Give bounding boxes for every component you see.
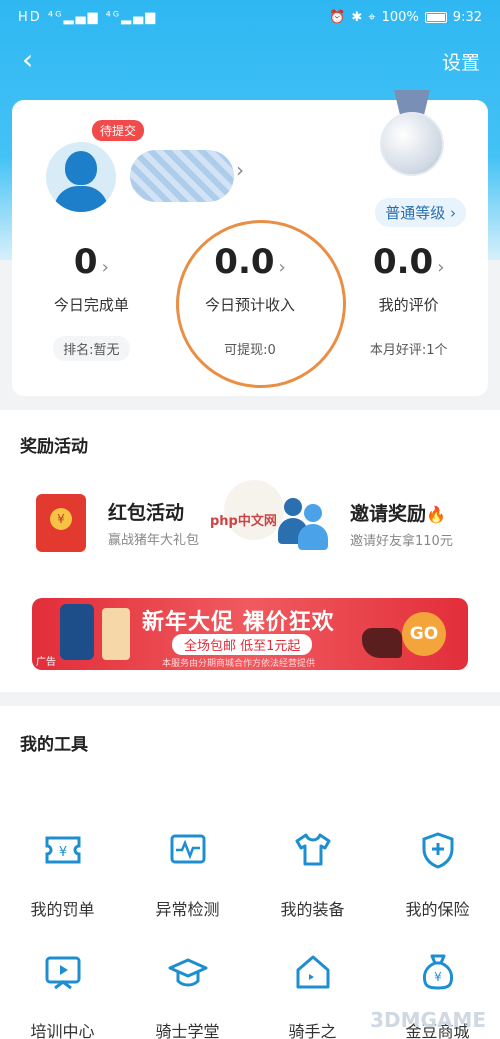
settings-button[interactable]: 设置 bbox=[442, 48, 480, 75]
people-icon bbox=[278, 496, 328, 552]
promo-banner[interactable]: 新年大促 裸价狂欢 全场包邮 低至1元起 本服务由分期商城合作方依法经营提供 G… bbox=[32, 598, 468, 670]
stat-rating-label: 我的评价 bbox=[378, 296, 439, 314]
battery-percent: 100% bbox=[381, 10, 419, 25]
invite-title: 邀请奖励 bbox=[350, 503, 427, 525]
status-right: ⏰ ✱ ⌖ 100% 9:32 bbox=[329, 10, 482, 25]
banner-fine-print: 本服务由分期商城合作方依法经营提供 bbox=[162, 659, 316, 669]
rider-summary-card: 待提交 › 普通等级 › 0 › 今日完成单 0.0 › 今日预计收入 0.0 › 我… bbox=[12, 90, 488, 397]
back-icon[interactable]: ‹ bbox=[22, 46, 33, 74]
home-icon bbox=[296, 955, 329, 989]
svg-text:¥: ¥ bbox=[434, 970, 442, 984]
rank-badge: 排名:暂无 bbox=[53, 336, 130, 361]
shirt-icon bbox=[295, 833, 330, 866]
red-packet-subtitle: 赢战猪年大礼包 bbox=[108, 533, 200, 548]
red-packet-title: 红包活动 bbox=[108, 502, 185, 524]
level-button[interactable]: 普通等级 › bbox=[375, 198, 466, 227]
bluetooth-icon: ✱ bbox=[351, 10, 363, 25]
money-bag-icon: ¥ bbox=[422, 954, 453, 990]
stat-rating[interactable]: 0.0 › 我的评价 bbox=[329, 240, 488, 320]
tool-insurance[interactable]: 我的保险 bbox=[375, 830, 500, 920]
invite-subtitle: 邀请好友拿110元 bbox=[350, 534, 453, 549]
monthly-praise-text: 本月好评:1个 bbox=[369, 343, 448, 358]
chevron-right-icon: › bbox=[437, 257, 445, 278]
avatar-body-icon bbox=[54, 186, 108, 212]
blurred-name bbox=[130, 150, 234, 202]
heater-image bbox=[102, 608, 130, 660]
invite-activity[interactable]: 邀请奖励🔥 邀请好友拿110元 bbox=[278, 496, 453, 552]
tool-anomaly[interactable]: 异常检测 bbox=[125, 830, 250, 920]
pulse-monitor-icon bbox=[170, 834, 205, 864]
site-watermark: 3DMGAME bbox=[370, 1008, 486, 1032]
stat-orders[interactable]: 0 › 今日完成单 bbox=[12, 240, 171, 320]
chevron-right-icon: › bbox=[101, 257, 109, 278]
graduation-cap-icon bbox=[168, 958, 207, 987]
jacket-image bbox=[60, 604, 94, 660]
svg-text:¥: ¥ bbox=[58, 845, 66, 860]
tool-anomaly-label: 异常检测 bbox=[155, 900, 220, 919]
location-icon: ⌖ bbox=[368, 10, 376, 25]
ad-label: 广告 bbox=[36, 657, 56, 668]
status-badge: 待提交 bbox=[92, 120, 145, 141]
php-watermark-text: php中文网 bbox=[210, 514, 277, 529]
tool-fine-label: 我的罚单 bbox=[30, 900, 95, 919]
medal-coin bbox=[380, 112, 444, 176]
tools-title: 我的工具 bbox=[20, 735, 88, 755]
signal-indicators: HD ⁴ᴳ▂▄▆ ⁴ᴳ▂▄▆ bbox=[18, 10, 158, 25]
status-bar: HD ⁴ᴳ▂▄▆ ⁴ᴳ▂▄▆ ⏰ ✱ ⌖ 100% 9:32 bbox=[0, 0, 500, 38]
shoe-image bbox=[362, 628, 402, 658]
rewards-title: 奖励活动 bbox=[20, 437, 88, 457]
go-button[interactable]: GO bbox=[402, 612, 446, 656]
ticket-yen-icon: ¥ bbox=[45, 836, 80, 864]
banner-subtitle: 全场包邮 低至1元起 bbox=[172, 634, 313, 655]
fire-icon: 🔥 bbox=[426, 505, 446, 524]
shield-plus-icon bbox=[422, 832, 453, 869]
chevron-right-icon[interactable]: › bbox=[236, 158, 244, 182]
tool-fine[interactable]: ¥ 我的罚单 bbox=[0, 830, 125, 920]
stat-orders-value: 0 bbox=[73, 242, 98, 282]
avatar-head-icon bbox=[65, 151, 97, 185]
red-packet-activity[interactable]: ¥ 红包活动 赢战猪年大礼包 bbox=[36, 494, 199, 552]
tool-academy[interactable]: 骑士学堂 bbox=[125, 952, 250, 1039]
battery-icon bbox=[424, 12, 447, 23]
tool-rider-home[interactable]: 骑手之 bbox=[250, 952, 375, 1039]
stat-rating-value: 0.0 bbox=[372, 242, 434, 282]
alarm-icon: ⏰ bbox=[329, 10, 346, 25]
nav-bar: ‹ 设置 bbox=[0, 38, 500, 84]
tool-training-label: 培训中心 bbox=[30, 1022, 95, 1039]
avatar[interactable] bbox=[46, 142, 116, 212]
banner-title: 新年大促 裸价狂欢 bbox=[142, 610, 335, 635]
stat-orders-label: 今日完成单 bbox=[53, 296, 129, 314]
screen-play-icon bbox=[45, 956, 80, 990]
tool-rider-home-label: 骑手之 bbox=[288, 1022, 337, 1039]
tool-academy-label: 骑士学堂 bbox=[155, 1022, 220, 1039]
tool-equipment[interactable]: 我的装备 bbox=[250, 830, 375, 920]
tool-equipment-label: 我的装备 bbox=[280, 900, 345, 919]
red-packet-icon: ¥ bbox=[36, 494, 86, 552]
tool-training[interactable]: 培训中心 bbox=[0, 952, 125, 1039]
clock: 9:32 bbox=[452, 10, 482, 25]
tool-insurance-label: 我的保险 bbox=[405, 900, 470, 919]
medal-icon bbox=[376, 90, 448, 190]
